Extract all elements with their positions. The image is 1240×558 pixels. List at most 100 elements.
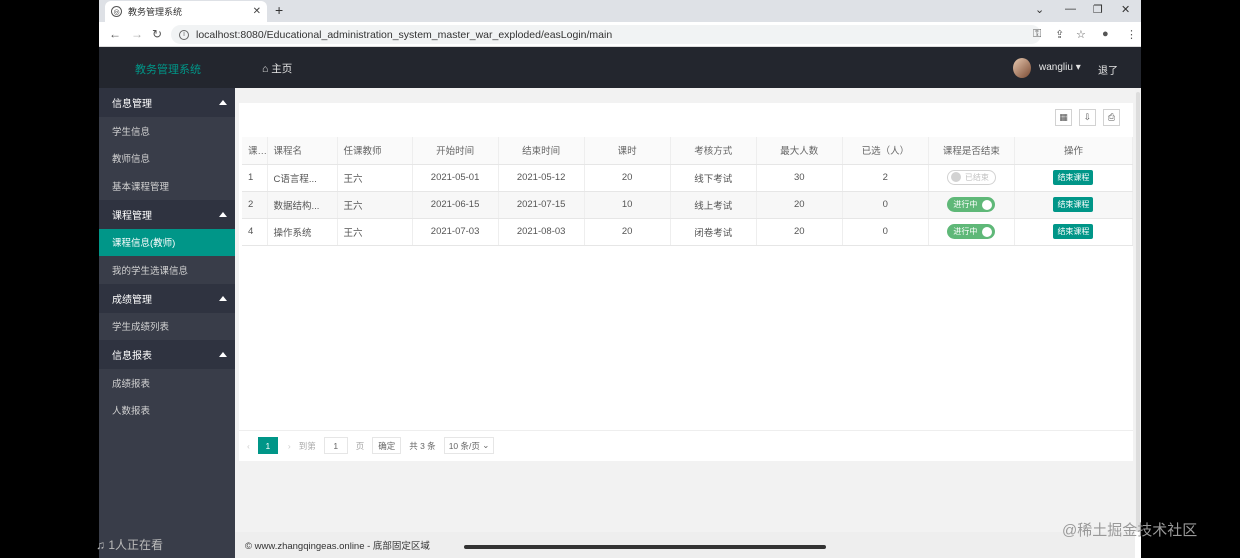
end-course-button[interactable]: 结束课程 <box>1053 224 1094 239</box>
sidebar-group-label: 课程管理 <box>112 210 152 222</box>
more-icon[interactable]: ⋮ <box>1126 28 1137 41</box>
cell-course-name: 数据结构... <box>267 191 338 219</box>
close-tab-icon[interactable]: ✕ <box>253 6 261 17</box>
sidebar-group-info[interactable]: 信息管理 <box>99 88 235 117</box>
table-row[interactable]: 1 C语言程... 王六 2021-05-01 2021-05-12 20 线下… <box>242 164 1134 192</box>
cell-end: 2021-05-12 <box>498 164 585 192</box>
col-header[interactable]: 最大人数 <box>756 137 843 165</box>
goto-page-input[interactable]: 1 <box>323 437 348 454</box>
sidebar-item-grade-report[interactable]: 成绩报表 <box>99 369 235 397</box>
page-unit-label: 页 <box>355 440 365 451</box>
logout-link[interactable]: 退了 <box>1098 62 1118 77</box>
col-header[interactable]: 课程是否结束 <box>928 137 1015 165</box>
toggle-knob <box>982 226 993 237</box>
main-content: ▦ ⇩ ⎙ 课... 课程名 任课教师 开始时间 结束时间 课时 考核方式 最大… <box>235 88 1135 558</box>
table-row[interactable]: 4 操作系统 王六 2021-07-03 2021-08-03 20 闭卷考试 … <box>242 218 1134 246</box>
cell-teacher: 王六 <box>337 218 413 246</box>
restore-icon[interactable]: ❐ <box>1093 3 1103 16</box>
key-icon[interactable]: ⚿ <box>1033 28 1041 41</box>
table-row[interactable]: 2 数据结构... 王六 2021-06-15 2021-07-15 10 线上… <box>242 191 1134 219</box>
print-icon[interactable]: ⎙ <box>1103 109 1120 126</box>
screen: ◎ 教务管理系统 ✕ + ⌄ — ❐ ✕ ← → ↻ i localhost:8… <box>0 0 1240 558</box>
url-text: localhost:8080/Educational_administratio… <box>196 28 613 41</box>
home-label: 主页 <box>271 63 293 75</box>
close-window-icon[interactable]: ✕ <box>1121 3 1130 16</box>
col-header[interactable]: 已选（人） <box>842 137 929 165</box>
total-count: 共 3 条 <box>409 440 436 451</box>
next-page-icon[interactable]: › <box>288 441 291 451</box>
sidebar-group-courses[interactable]: 课程管理 <box>99 199 235 229</box>
sidebar-group-grades[interactable]: 成绩管理 <box>99 283 235 313</box>
tab-strip: ◎ 教务管理系统 ✕ + ⌄ — ❐ ✕ <box>99 0 1141 22</box>
app-logo[interactable]: 教务管理系统 <box>135 61 201 77</box>
chevron-down-icon[interactable]: ⌄ <box>1035 3 1044 16</box>
sidebar-group-label: 成绩管理 <box>112 294 152 306</box>
username: wangliu <box>1039 62 1073 73</box>
minimize-icon[interactable]: — <box>1065 3 1076 15</box>
url-field[interactable]: i localhost:8080/Educational_administrat… <box>171 25 1041 44</box>
reload-icon[interactable]: ↻ <box>152 27 162 41</box>
cell-teacher: 王六 <box>337 164 413 192</box>
col-header[interactable]: 操作 <box>1014 137 1134 165</box>
col-header[interactable]: 考核方式 <box>670 137 757 165</box>
sidebar-group-reports[interactable]: 信息报表 <box>99 340 235 369</box>
share-icon[interactable]: ⇪ <box>1055 28 1064 41</box>
user-menu[interactable]: wangliu ▾ <box>1039 62 1081 73</box>
status-toggle[interactable]: 已结束 <box>946 169 996 185</box>
status-toggle[interactable]: 进行中 <box>947 197 996 212</box>
viewers-text: 1人正在看 <box>108 538 164 552</box>
scrollbar-thumb[interactable] <box>1136 92 1140 532</box>
footer-text: © www.zhangqingeas.online - 底部固定区域 <box>245 541 430 552</box>
back-icon[interactable]: ← <box>109 27 121 41</box>
forward-icon[interactable]: → <box>131 27 143 41</box>
cell-max: 20 <box>756 191 843 219</box>
col-header[interactable]: 任课教师 <box>337 137 413 165</box>
confirm-button[interactable]: 确定 <box>372 437 402 454</box>
export-icon[interactable]: ⇩ <box>1079 109 1096 126</box>
globe-icon: ◎ <box>111 6 122 17</box>
cell-max: 20 <box>756 218 843 246</box>
cell-selected: 0 <box>842 218 929 246</box>
new-tab-icon[interactable]: + <box>275 2 283 18</box>
table-header-row: 课... 课程名 任课教师 开始时间 结束时间 课时 考核方式 最大人数 已选（… <box>242 137 1134 165</box>
end-course-button[interactable]: 结束课程 <box>1053 170 1094 185</box>
sidebar-group-label: 信息管理 <box>112 99 152 110</box>
status-toggle[interactable]: 进行中 <box>947 224 996 239</box>
sidebar-item-grade-list[interactable]: 学生成绩列表 <box>99 312 235 340</box>
caret-up-icon <box>219 211 227 217</box>
star-icon[interactable]: ☆ <box>1076 28 1086 41</box>
vertical-scrollbar[interactable] <box>1135 88 1141 532</box>
sidebar-item-count-report[interactable]: 人数报表 <box>99 396 235 424</box>
col-header[interactable]: 课时 <box>584 137 671 165</box>
chevron-down-icon: ⌄ <box>479 440 490 450</box>
browser-tab[interactable]: ◎ 教务管理系统 ✕ <box>105 1 267 22</box>
col-header[interactable]: 课程名 <box>267 137 338 165</box>
col-header[interactable]: 结束时间 <box>498 137 585 165</box>
cell-hours: 10 <box>584 191 671 219</box>
profile-icon[interactable]: ● <box>1102 28 1109 40</box>
end-course-button[interactable]: 结束课程 <box>1053 197 1094 212</box>
pagination: ‹ 1 › 到第 1 页 确定 共 3 条 10 条/页 ⌄ <box>239 430 1133 460</box>
col-header[interactable]: 开始时间 <box>412 137 499 165</box>
avatar[interactable] <box>1013 58 1031 78</box>
status-label: 已结束 <box>964 172 989 182</box>
course-table: 课... 课程名 任课教师 开始时间 结束时间 课时 考核方式 最大人数 已选（… <box>242 137 1134 246</box>
cell-selected: 2 <box>842 164 929 192</box>
cell-course-name: C语言程... <box>267 164 338 192</box>
page-size-select[interactable]: 10 条/页 ⌄ <box>443 437 495 454</box>
cell-end: 2021-08-03 <box>498 218 585 246</box>
cell-hours: 20 <box>584 164 671 192</box>
cell-status: 已结束 <box>928 164 1015 192</box>
horizontal-scrollbar[interactable] <box>464 545 826 549</box>
sidebar-item-teachers[interactable]: 教师信息 <box>99 144 235 172</box>
info-icon[interactable]: i <box>179 29 189 40</box>
col-header[interactable]: 课... <box>242 137 268 165</box>
sidebar-item-student-selections[interactable]: 我的学生选课信息 <box>99 256 235 284</box>
sidebar-item-course-info-teacher[interactable]: 课程信息(教师) <box>99 228 235 256</box>
prev-page-icon[interactable]: ‹ <box>247 441 250 451</box>
sidebar-item-basic-courses[interactable]: 基本课程管理 <box>99 172 235 200</box>
sidebar-item-students[interactable]: 学生信息 <box>99 117 235 145</box>
nav-home[interactable]: ⌂ 主页 <box>262 61 292 76</box>
columns-icon[interactable]: ▦ <box>1055 109 1072 126</box>
current-page[interactable]: 1 <box>257 437 278 454</box>
